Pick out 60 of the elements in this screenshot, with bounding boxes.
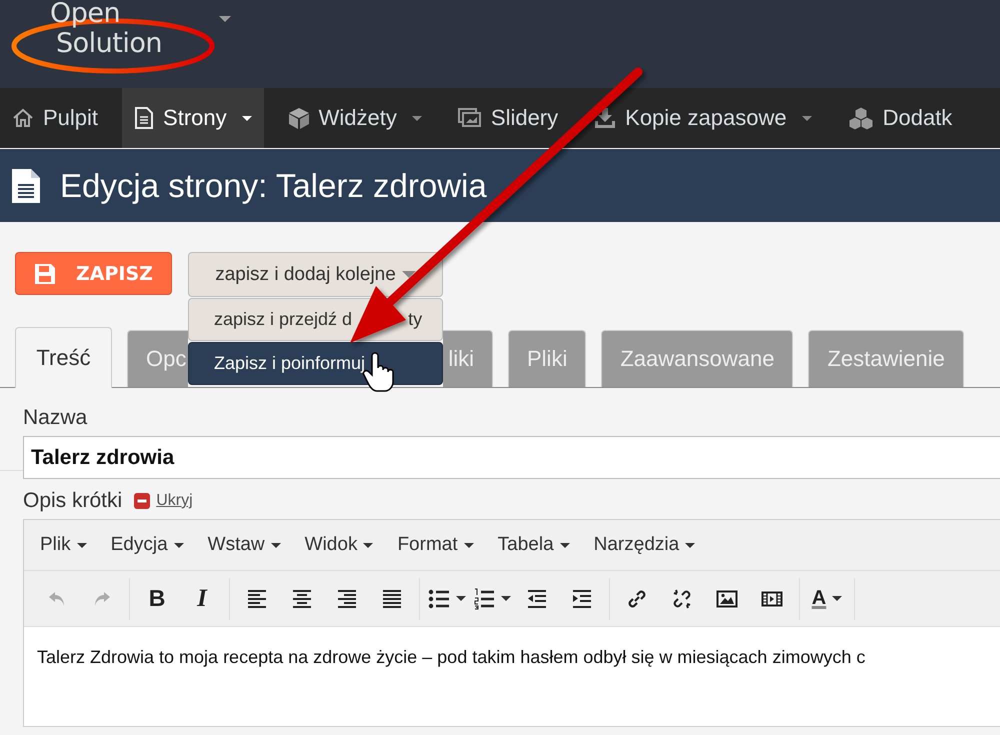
editor-menu-item[interactable]: Wstaw xyxy=(198,528,291,562)
download-icon xyxy=(594,107,616,129)
outdent-icon xyxy=(526,588,548,610)
caret-icon xyxy=(560,542,570,548)
caret-icon xyxy=(456,596,466,601)
caret-icon xyxy=(242,116,252,120)
toolbar-button[interactable]: I xyxy=(183,578,221,618)
nav-item[interactable]: Strony xyxy=(122,88,264,148)
toolbar-button[interactable]: A xyxy=(808,578,846,618)
name-field[interactable]: Talerz zdrowia xyxy=(23,436,1000,479)
hide-link[interactable]: Ukryj xyxy=(156,492,193,510)
caret-icon xyxy=(412,116,422,120)
minus-icon xyxy=(134,493,150,509)
editor-menu-item[interactable]: Narzędzia xyxy=(584,528,706,562)
editor-menu-item[interactable]: Edycja xyxy=(100,528,194,562)
menu-item[interactable]: Zapisz i poinformuj xyxy=(188,342,443,385)
caret-icon xyxy=(832,596,842,601)
link-icon xyxy=(626,588,648,610)
unlink-icon xyxy=(671,588,693,610)
nav-item[interactable]: Dodatk xyxy=(836,88,964,148)
caret-icon xyxy=(270,542,281,548)
toolbar-button[interactable]: B xyxy=(138,578,176,618)
nav-item[interactable]: Pulpit xyxy=(0,88,110,148)
split-button[interactable]: zapisz i dodaj kolejne xyxy=(188,252,443,297)
numbered-list-icon xyxy=(473,588,495,610)
nav-item[interactable]: Slidery xyxy=(446,88,570,148)
field-label: Nazwa xyxy=(23,406,88,430)
editor-menu-item[interactable]: Tabela xyxy=(488,528,580,562)
editor-content[interactable]: Talerz Zdrowia to moja recepta na zdrowe życie – pod takim hasłem odbył się w miesiącach zimowych c xyxy=(24,626,1000,726)
document-icon xyxy=(10,168,42,204)
caret-icon xyxy=(501,596,511,601)
caret-icon xyxy=(802,116,812,120)
caret-icon xyxy=(76,542,87,548)
caret-icon xyxy=(685,542,696,548)
image-icon xyxy=(716,588,738,610)
home-icon xyxy=(12,107,34,129)
align-left-icon xyxy=(246,588,268,610)
images-icon xyxy=(458,107,482,129)
field-label: Opis krótki xyxy=(23,489,122,513)
align-right-icon xyxy=(336,588,358,610)
caret-icon xyxy=(363,542,374,548)
tab[interactable]: Treść xyxy=(15,327,112,388)
align-justify-icon xyxy=(381,588,403,610)
align-center-icon xyxy=(291,588,313,610)
document-icon xyxy=(134,107,154,129)
caret-icon xyxy=(402,271,416,278)
nav-item[interactable]: Widżety xyxy=(276,88,434,148)
caret-icon xyxy=(464,542,474,548)
editor-menu-item[interactable]: Widok xyxy=(294,528,384,562)
editor-menu-item[interactable]: Plik xyxy=(30,528,97,562)
indent-icon xyxy=(571,588,593,610)
caret-icon xyxy=(174,542,184,548)
hand-cursor-icon xyxy=(362,352,394,392)
nav-item[interactable]: Kopie zapasowe xyxy=(582,88,824,148)
cube-icon xyxy=(288,107,310,129)
bullet-list-icon xyxy=(428,588,450,610)
caret-icon[interactable] xyxy=(219,16,231,22)
page-title: Edycja strony: Talerz zdrowia xyxy=(60,166,487,204)
cubes-icon xyxy=(848,106,874,130)
editor-menu-item[interactable]: Format xyxy=(387,528,484,562)
